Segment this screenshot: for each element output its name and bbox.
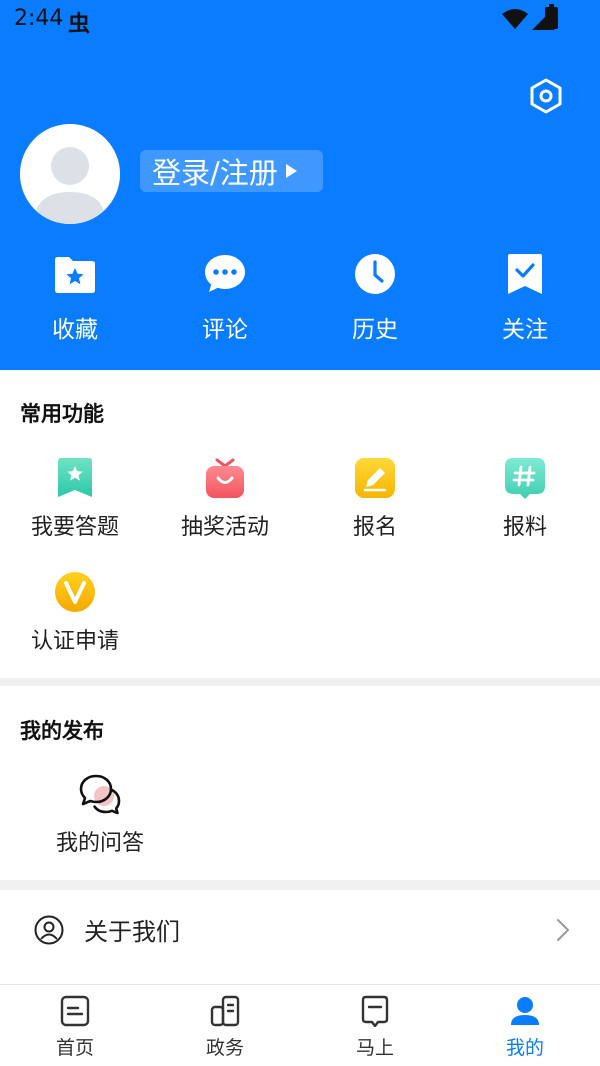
verified-v-icon [55, 572, 95, 612]
bookmark-check-icon [508, 254, 542, 294]
hashtag-icon [505, 458, 545, 499]
common-functions-card: 常用功能 我要答题 抽奖活动 报名 报料 认证申请 [0, 370, 600, 678]
quick-favorites-label: 收藏 [52, 317, 98, 343]
comment-bubble-icon [205, 255, 245, 292]
profile-header: 2:44 虫 登录/注册 收藏 评论 历史 关注 [0, 0, 600, 370]
settings-icon[interactable] [528, 78, 564, 114]
government-icon [210, 995, 240, 1027]
my-publish-card: 我的发布 我的问答 [0, 686, 600, 880]
func-signup-label: 报名 [352, 515, 397, 540]
func-lottery[interactable]: 抽奖活动 [150, 457, 300, 541]
user-icon [511, 997, 539, 1025]
notification-bug-icon: 虫 [68, 12, 91, 37]
tab-government-label: 政务 [205, 1037, 244, 1059]
default-avatar-icon [20, 124, 120, 224]
battery-icon [545, 4, 558, 29]
quick-history-label: 历史 [352, 317, 398, 343]
about-us-row[interactable]: 关于我们 [0, 890, 600, 984]
func-quiz-label: 我要答题 [30, 515, 119, 540]
triangle-right-icon [285, 164, 297, 178]
func-my-qa-label: 我的问答 [55, 831, 144, 856]
star-bookmark-icon [58, 458, 92, 497]
func-quiz[interactable]: 我要答题 [0, 457, 150, 541]
tab-mine[interactable]: 我的 [450, 985, 600, 1066]
common-functions-title: 常用功能 [20, 402, 104, 426]
func-verification[interactable]: 认证申请 [0, 571, 150, 655]
status-time: 2:44 [14, 6, 64, 31]
func-verification-label: 认证申请 [30, 629, 119, 654]
gift-bag-icon [206, 458, 244, 498]
tab-mashang-label: 马上 [355, 1037, 394, 1059]
my-publish-title: 我的发布 [20, 719, 104, 743]
quick-comments-label: 评论 [202, 317, 248, 343]
login-register-button[interactable]: 登录/注册 [140, 150, 323, 192]
tab-mine-label: 我的 [505, 1037, 544, 1059]
user-circle-icon [34, 915, 64, 945]
wifi-icon [502, 9, 528, 29]
quick-favorites[interactable]: 收藏 [0, 252, 150, 348]
func-lottery-label: 抽奖活动 [180, 515, 269, 540]
quick-history[interactable]: 历史 [300, 252, 450, 348]
quick-follow[interactable]: 关注 [450, 252, 600, 348]
bookmark-icon [361, 995, 389, 1028]
login-register-label: 登录/注册 [152, 156, 278, 190]
bottom-tab-bar: 首页 政务 马上 我的 [0, 984, 600, 1066]
qa-bubbles-icon [79, 774, 121, 815]
tab-home[interactable]: 首页 [0, 985, 150, 1066]
about-us-label: 关于我们 [84, 918, 180, 946]
tab-home-label: 首页 [55, 1037, 94, 1059]
tab-government[interactable]: 政务 [150, 985, 300, 1066]
quick-follow-label: 关注 [502, 317, 548, 343]
chevron-right-icon [557, 919, 569, 941]
func-report-label: 报料 [502, 515, 547, 540]
status-bar: 2:44 虫 [0, 0, 600, 42]
func-report[interactable]: 报料 [450, 457, 600, 541]
pencil-icon [355, 458, 395, 498]
func-signup[interactable]: 报名 [300, 457, 450, 541]
clock-icon [355, 254, 395, 294]
avatar[interactable] [20, 124, 120, 224]
star-folder-icon [55, 257, 95, 293]
quick-actions: 收藏 评论 历史 关注 [0, 252, 600, 348]
tab-mashang[interactable]: 马上 [300, 985, 450, 1066]
func-my-qa[interactable]: 我的问答 [25, 773, 175, 857]
quick-comments[interactable]: 评论 [150, 252, 300, 348]
home-doc-icon [60, 995, 90, 1027]
